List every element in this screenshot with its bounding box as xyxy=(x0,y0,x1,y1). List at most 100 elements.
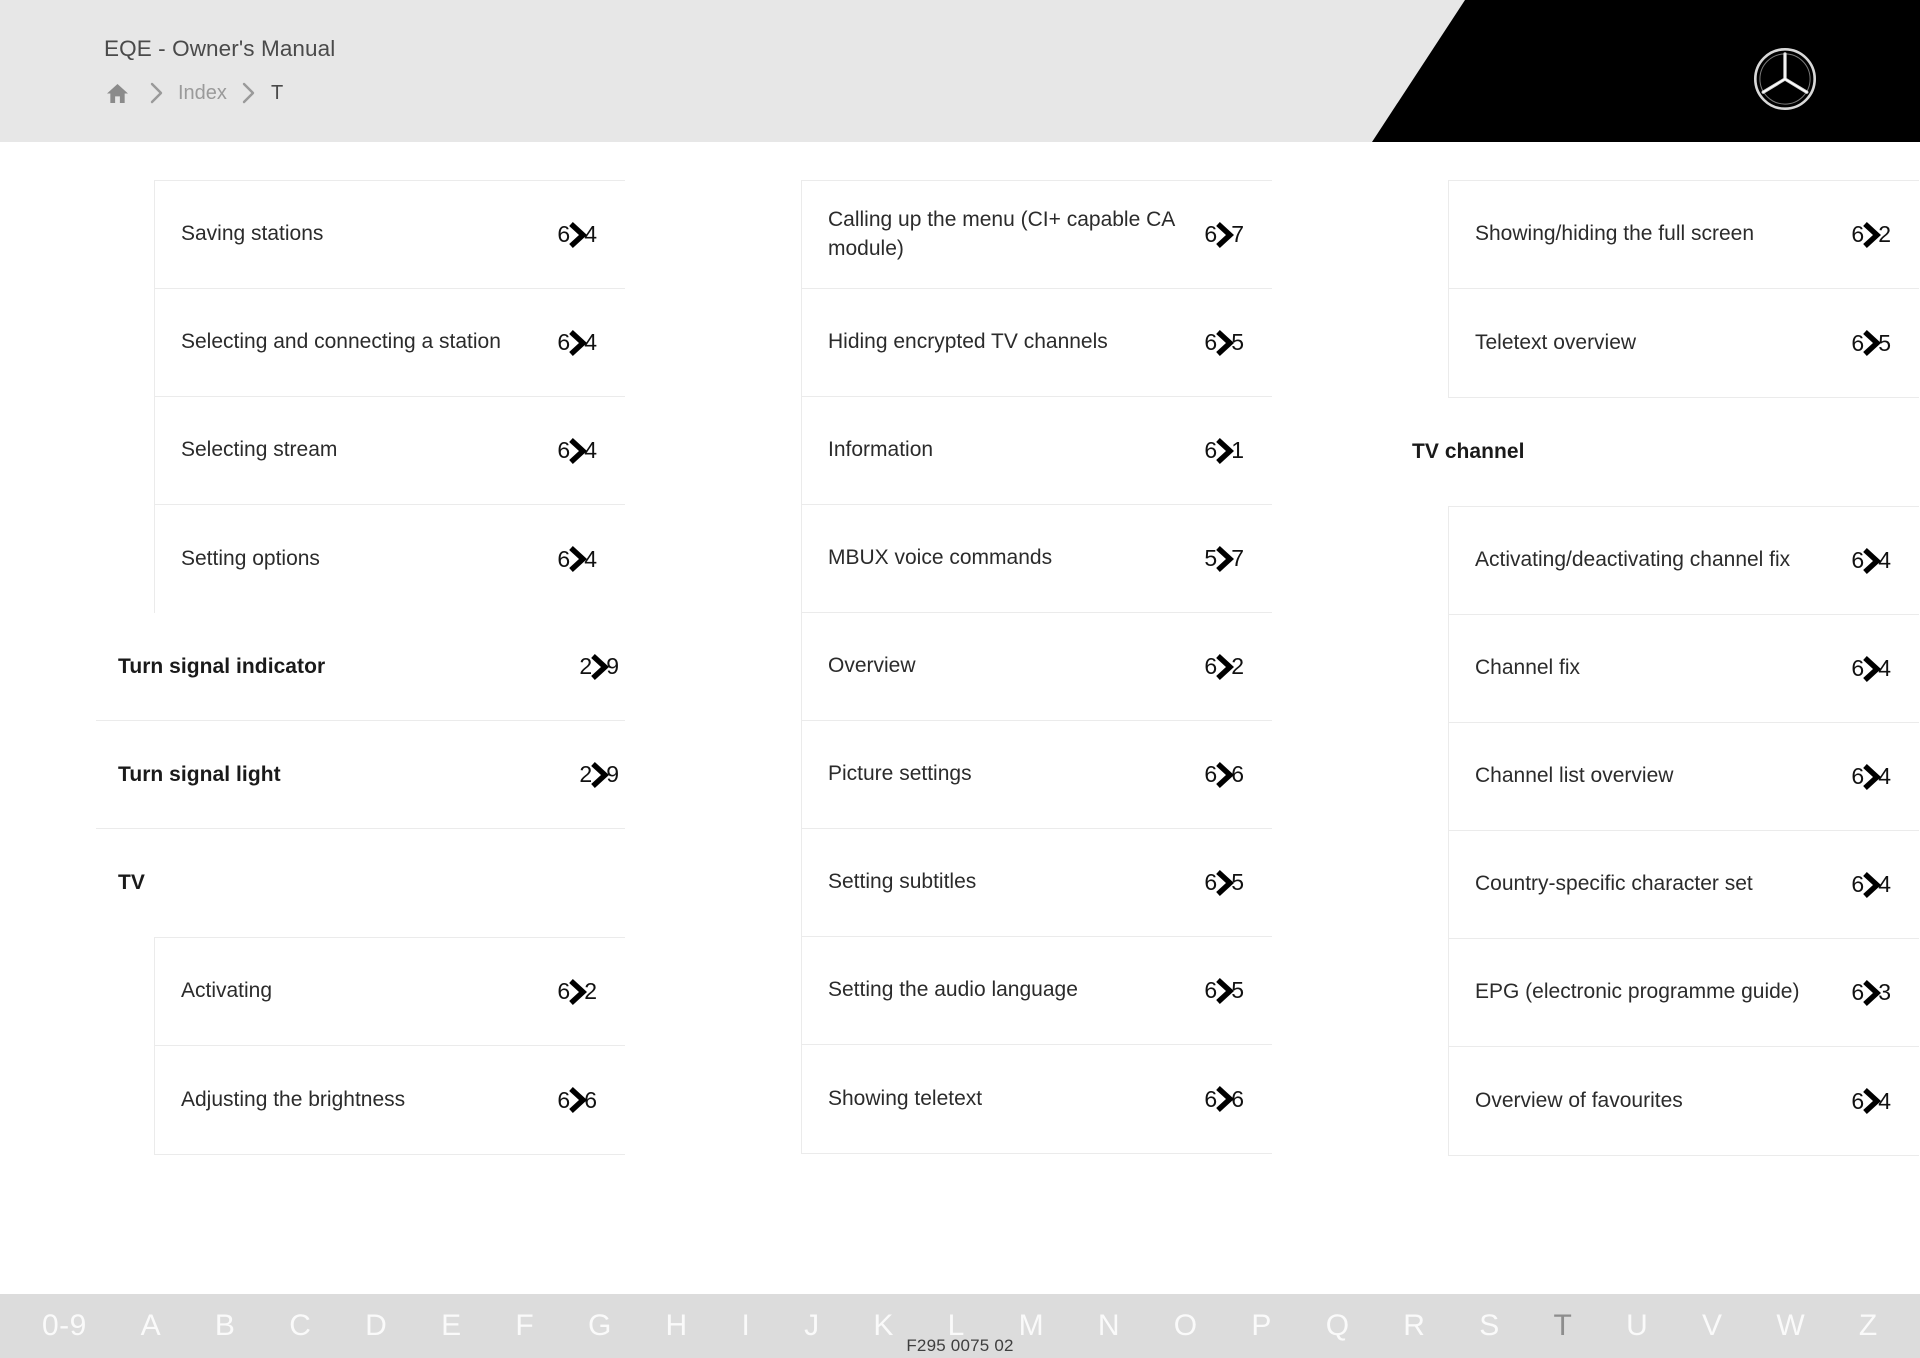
page-number-left: 6 xyxy=(1851,655,1865,681)
index-subgroup: Saving stations 6 4 Selecting and connectin… xyxy=(154,180,625,613)
index-entry-label: EPG (electronic programme guide) xyxy=(1475,980,1800,1004)
index-entry[interactable]: Setting options 6 4 xyxy=(155,505,625,613)
index-heading[interactable]: Turn signal indicator 2 9 xyxy=(96,613,625,721)
index-entry-label: Overview xyxy=(828,654,916,678)
page-number-left: 6 xyxy=(1851,763,1865,789)
page-number-left: 6 xyxy=(1204,869,1218,895)
index-entry[interactable]: Picture settings 6 6 xyxy=(802,721,1272,829)
index-entry[interactable]: Country-specific character set 6 4 xyxy=(1449,831,1919,939)
page-number-right: 4 xyxy=(1878,871,1891,897)
index-heading-label: Turn signal indicator xyxy=(118,654,326,678)
index-entry[interactable]: Adjusting the brightness 6 6 xyxy=(155,1046,625,1154)
index-entry-label: Setting subtitles xyxy=(828,870,977,894)
index-entry[interactable]: EPG (electronic programme guide) 6 3 xyxy=(1449,939,1919,1047)
index-entry-label: Information xyxy=(828,438,934,462)
page-reference[interactable]: 61 xyxy=(1204,437,1244,464)
index-entry-label: Selecting and connecting a station xyxy=(181,330,501,354)
page-reference[interactable]: 64 xyxy=(557,546,597,573)
page-reference[interactable]: 64 xyxy=(557,221,597,248)
page-number-right: 5 xyxy=(1231,977,1244,1003)
index-heading: TV xyxy=(96,829,625,937)
index-entry[interactable]: Showing teletext 6 6 xyxy=(802,1045,1272,1153)
index-entry-label: Activating/deactivating channel fix xyxy=(1475,548,1791,572)
page-header: EQE - Owner's Manual Index T xyxy=(0,0,1920,142)
page-reference[interactable]: 66 xyxy=(557,1087,597,1114)
page-reference[interactable]: 64 xyxy=(1851,763,1891,790)
index-column: Saving stations 6 4 Selecting and connectin… xyxy=(96,180,625,1156)
index-column: Showing/hiding the full screen 6 2 Teletext… xyxy=(1390,180,1919,1156)
page-number-right: 4 xyxy=(1878,1087,1891,1114)
index-entry[interactable]: Channel fix 6 4 xyxy=(1449,615,1919,723)
page-number-right: 7 xyxy=(1231,545,1244,571)
page-number-left: 6 xyxy=(1851,979,1865,1005)
index-entry[interactable]: Overview of favourites 6 4 xyxy=(1449,1047,1919,1155)
page-number-left: 6 xyxy=(1204,329,1218,355)
page-reference[interactable]: 64 xyxy=(1851,871,1891,898)
mercedes-benz-star-icon xyxy=(1753,47,1817,111)
page-reference[interactable]: 29 xyxy=(579,653,619,680)
page-reference[interactable]: 66 xyxy=(1204,761,1244,788)
page-reference[interactable]: 62 xyxy=(1851,221,1891,248)
index-entry[interactable]: Saving stations 6 4 xyxy=(155,181,625,289)
index-entry[interactable]: Setting subtitles 6 5 xyxy=(802,829,1272,937)
brand-banner xyxy=(1372,0,1920,142)
page-reference[interactable]: 67 xyxy=(1204,221,1244,248)
page-reference[interactable]: 57 xyxy=(1204,545,1244,572)
index-entry-label: Adjusting the brightness xyxy=(181,1087,406,1111)
page-number-left: 6 xyxy=(557,545,571,572)
index-entry[interactable]: Channel list overview 6 4 xyxy=(1449,723,1919,831)
page-number-left: 6 xyxy=(557,978,571,1004)
index-entry[interactable]: MBUX voice commands 5 7 xyxy=(802,505,1272,613)
index-entry[interactable]: Teletext overview 6 5 xyxy=(1449,289,1919,397)
page-number-left: 6 xyxy=(1204,761,1218,787)
index-entry[interactable]: Overview 6 2 xyxy=(802,613,1272,721)
page-reference[interactable]: 66 xyxy=(1204,1086,1244,1113)
index-entry[interactable]: Selecting stream 6 4 xyxy=(155,397,625,505)
index-entry[interactable]: Showing/hiding the full screen 6 2 xyxy=(1449,181,1919,289)
index-entry-label: Teletext overview xyxy=(1475,330,1637,354)
page-reference[interactable]: 29 xyxy=(579,761,619,788)
page-number-left: 6 xyxy=(1851,329,1865,356)
page-reference[interactable]: 62 xyxy=(1204,653,1244,680)
index-entry[interactable]: Selecting and connecting a station 6 4 xyxy=(155,289,625,397)
index-entry[interactable]: Setting the audio language 6 5 xyxy=(802,937,1272,1045)
breadcrumb: Index T xyxy=(100,78,283,108)
index-entry-label: MBUX voice commands xyxy=(828,546,1053,570)
page-reference[interactable]: 64 xyxy=(557,437,597,464)
page-number-right: 4 xyxy=(584,437,597,463)
index-entry-label: Channel list overview xyxy=(1475,764,1674,788)
index-entry[interactable]: Activating 6 2 xyxy=(155,938,625,1046)
index-heading[interactable]: Turn signal light 2 9 xyxy=(96,721,625,829)
index-subgroup: Activating/deactivating channel fix 6 4 Cha… xyxy=(1448,506,1919,1156)
page-reference[interactable]: 64 xyxy=(1851,1088,1891,1115)
page-reference[interactable]: 64 xyxy=(1851,655,1891,682)
page-reference[interactable]: 62 xyxy=(557,978,597,1005)
page-reference[interactable]: 65 xyxy=(1204,329,1244,356)
breadcrumb-item-index[interactable]: Index xyxy=(178,82,227,105)
index-entry[interactable]: Activating/deactivating channel fix 6 4 xyxy=(1449,507,1919,615)
page-reference[interactable]: 65 xyxy=(1851,330,1891,357)
index-heading-label: TV channel xyxy=(1412,440,1525,463)
index-entry-label: Overview of favourites xyxy=(1475,1088,1683,1112)
page-number-right: 5 xyxy=(1231,869,1244,895)
index-entry-label: Showing teletext xyxy=(828,1086,983,1110)
index-entry[interactable]: Calling up the menu (CI+ capable CA modu… xyxy=(802,181,1272,289)
page-number-right: 3 xyxy=(1878,979,1891,1005)
page-number-right: 4 xyxy=(1878,763,1891,789)
index-entry[interactable]: Information 6 1 xyxy=(802,397,1272,505)
page-number-right: 1 xyxy=(1231,437,1244,463)
index-entry[interactable]: Hiding encrypted TV channels 6 5 xyxy=(802,289,1272,397)
page-reference[interactable]: 64 xyxy=(1851,547,1891,574)
index-entry-label: Setting the audio language xyxy=(828,978,1078,1002)
index-entry-label: Picture settings xyxy=(828,762,972,786)
page-reference[interactable]: 63 xyxy=(1851,979,1891,1006)
page-number-right: 5 xyxy=(1878,329,1891,356)
page-reference[interactable]: 64 xyxy=(557,329,597,356)
index-entry-label: Hiding encrypted TV channels xyxy=(828,330,1108,354)
page-reference[interactable]: 65 xyxy=(1204,977,1244,1004)
index-content: Saving stations 6 4 Selecting and connectin… xyxy=(0,142,1920,1294)
page-number-right: 4 xyxy=(1878,547,1891,573)
home-icon[interactable] xyxy=(100,78,134,108)
index-entry-label: Saving stations xyxy=(181,222,324,246)
page-reference[interactable]: 65 xyxy=(1204,869,1244,896)
